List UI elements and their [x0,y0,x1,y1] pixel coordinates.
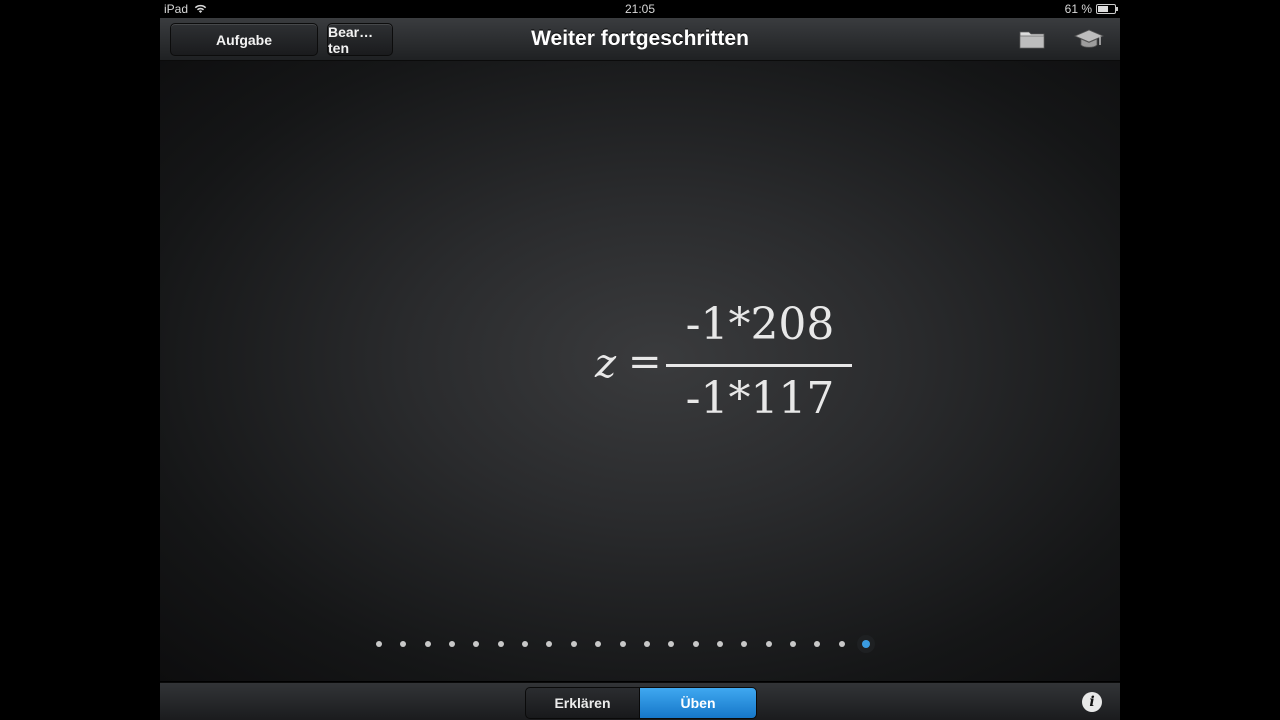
formula-equals: = [628,339,662,385]
app-window: Aufgabe Bear…ten Weiter fortgeschritten … [160,18,1120,720]
segment-practice[interactable]: Üben [639,687,757,719]
formula: z = -1*208 -1*117 [590,293,890,433]
page-dot[interactable] [643,641,650,647]
bottom-toolbar: Erklären Üben i [160,682,1120,720]
page-dot[interactable] [741,641,748,647]
page-dot[interactable] [376,641,382,647]
fraction-bar [666,364,852,367]
page-dot[interactable] [765,641,772,647]
page-dot[interactable] [546,641,553,647]
page-dot[interactable] [716,641,723,647]
page-dot[interactable] [692,641,699,647]
status-bar: iPad 21:05 61 % [160,0,1120,18]
status-time: 21:05 [624,2,656,16]
page-dot[interactable] [497,641,504,647]
page-dot[interactable] [619,641,626,647]
formula-numerator: -1*208 [685,299,835,350]
formula-denominator: -1*117 [685,373,835,424]
battery-percent: 61 % [1064,2,1092,16]
page-dot[interactable] [522,641,529,647]
graduation-cap-icon[interactable] [1074,26,1104,52]
page-indicator [160,636,1120,654]
page-dot[interactable] [595,641,602,647]
segment-explain[interactable]: Erklären [525,687,640,719]
page-title: Weiter fortgeschritten [531,27,749,50]
page-dot[interactable] [838,641,845,647]
info-icon[interactable]: i [1082,692,1102,712]
page-dot[interactable] [789,641,796,647]
navigation-bar: Aufgabe Bear…ten Weiter fortgeschritten [160,18,1120,61]
page-dot[interactable] [473,641,480,647]
formula-variable: z [595,341,617,387]
page-dot[interactable] [570,641,577,647]
battery-icon [1096,4,1118,14]
exercise-area: z = -1*208 -1*117 [160,61,1120,681]
page-dot[interactable] [400,641,407,647]
page-dot[interactable] [424,641,431,647]
page-dot[interactable] [668,641,675,647]
folder-icon[interactable] [1018,26,1046,52]
page-dot[interactable] [449,641,456,647]
battery-fill [1098,6,1108,12]
page-dot[interactable] [862,640,870,648]
page-dot[interactable] [814,641,821,647]
